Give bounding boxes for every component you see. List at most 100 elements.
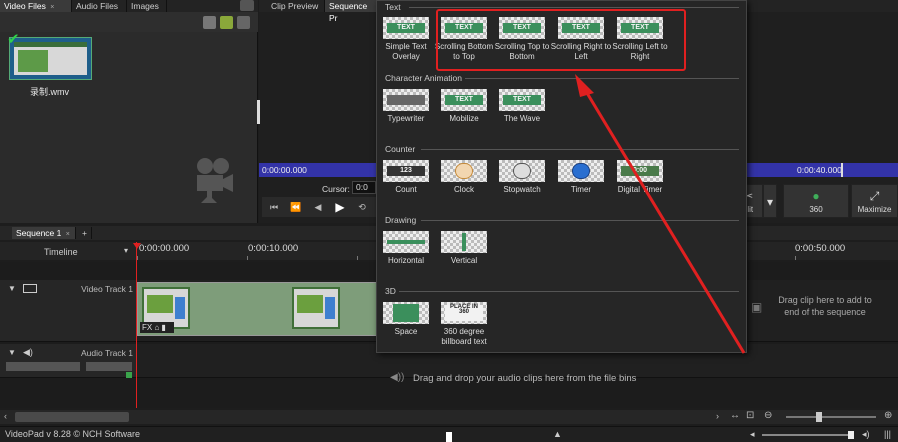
expand-icon[interactable]: ▼ <box>8 284 16 293</box>
go-to-start-icon[interactable]: ⏮ <box>266 200 282 214</box>
master-volume-handle[interactable] <box>848 431 854 439</box>
effect-digital-timer[interactable]: 0:00 Digital Timer <box>608 160 672 195</box>
effect-the-wave[interactable]: TEXT The Wave <box>490 89 554 124</box>
timeline-scrollbar[interactable]: ‹ › ↔ ⊡ ⊖ ⊕ <box>0 410 898 424</box>
effect-clock[interactable]: Clock <box>432 160 496 195</box>
ruler-tick <box>247 256 248 260</box>
section-divider <box>409 7 739 8</box>
zoom-slider[interactable] <box>786 416 876 418</box>
effect-typewriter[interactable]: Typewriter <box>374 89 438 124</box>
preview-right-buttons: ✂ plit ▾ ● 360 ⤢ Maximize <box>733 184 898 218</box>
effect-thumbnail <box>558 160 604 182</box>
expand-icon[interactable]: ▼ <box>8 348 16 357</box>
effect-simple-text-overlay[interactable]: TEXT Simple Text Overlay <box>374 17 438 62</box>
master-volume-slider[interactable] <box>762 434 852 436</box>
effect-thumbnail <box>383 302 429 324</box>
level-meter <box>126 372 132 378</box>
step-back-icon[interactable]: ◀ <box>310 200 326 214</box>
tab-images[interactable]: Images <box>127 0 167 12</box>
ruler-label: 0:00:10.000 <box>248 243 299 254</box>
section-title-3d: 3D <box>385 286 396 296</box>
effect-thumbnail: 0:00 <box>617 160 663 182</box>
section-divider <box>421 149 739 150</box>
timeline-playhead[interactable] <box>136 242 137 408</box>
section-title-character-animation: Character Animation <box>385 73 463 83</box>
close-icon[interactable]: × <box>50 4 54 11</box>
volume-down-icon[interactable]: ◂ <box>750 429 755 440</box>
section-title-text: Text <box>385 2 401 12</box>
tab-sequence-1[interactable]: Sequence 1 × <box>12 227 76 239</box>
effect-horizontal[interactable]: Horizontal <box>374 231 438 266</box>
tab-sequence-1-label: Sequence 1 <box>16 228 62 238</box>
effect-space[interactable]: Space <box>374 302 438 337</box>
add-sequence-button[interactable]: + <box>78 227 92 239</box>
delete-icon[interactable] <box>203 16 216 29</box>
effect-thumbnail: PLACE IN 360 <box>441 302 487 324</box>
chevron-down-icon[interactable]: ▾ <box>124 246 128 255</box>
speaker-icon: ◀) <box>23 347 33 357</box>
cursor-time-field[interactable]: 0:0 <box>352 181 376 194</box>
preview-playhead[interactable] <box>841 163 843 177</box>
scroll-right-icon[interactable]: › <box>716 411 719 421</box>
effect-thumbnail <box>383 231 429 253</box>
preview-timecode-end: 0:00:40.000 <box>797 165 842 175</box>
highlight-box <box>436 9 686 71</box>
section-title-counter: Counter <box>385 144 416 154</box>
play-icon[interactable]: ▶ <box>332 200 348 214</box>
zoom-fit-icon[interactable]: ⊡ <box>746 410 754 421</box>
add-folder-icon[interactable] <box>220 16 233 29</box>
levels-icon: ||| <box>884 429 892 439</box>
zoom-slider-handle[interactable] <box>816 412 822 422</box>
clip-thumbnail[interactable] <box>9 37 92 80</box>
preview-timecode-start: 0:00:00.000 <box>262 165 307 175</box>
loop-icon[interactable]: ⟲ <box>354 200 370 214</box>
effect-360-billboard-text[interactable]: PLACE IN 360 360 degree billboard text <box>432 302 496 347</box>
zoom-out-icon[interactable]: ⊖ <box>764 410 772 421</box>
bin-tabs: Video Files × Audio Files Images <box>0 0 258 12</box>
video-camera-icon <box>197 158 233 203</box>
volume-up-icon[interactable]: ◂) <box>862 429 870 440</box>
chevron-down-icon: ▾ <box>766 195 774 209</box>
fx-badge-icon[interactable]: FX ⌂ ▮ <box>140 322 174 333</box>
volume-slider[interactable] <box>6 362 80 371</box>
previous-frame-icon[interactable]: ⏪ <box>288 200 304 214</box>
tab-audio-files[interactable]: Audio Files <box>72 0 127 12</box>
checkmark-icon: ✔ <box>7 31 20 48</box>
scroll-left-icon[interactable]: ‹ <box>4 411 7 421</box>
panel-divider[interactable] <box>257 100 260 124</box>
ruler-tick <box>357 256 358 260</box>
effect-stopwatch[interactable]: Stopwatch <box>490 160 554 195</box>
tab-video-files[interactable]: Video Files × <box>0 0 72 12</box>
effect-thumbnail <box>499 160 545 182</box>
cursor-label: Cursor: <box>322 184 350 194</box>
tab-clip-preview[interactable]: Clip Preview <box>267 0 325 12</box>
file-bins-panel: Video Files × Audio Files Images ✔ 录制.wm… <box>0 0 258 223</box>
video-track-icon <box>23 284 37 293</box>
effect-vertical[interactable]: Vertical <box>432 231 496 266</box>
timeline-label: Timeline <box>44 247 78 257</box>
expand-panel-icon[interactable]: ▲ <box>553 429 562 439</box>
360-icon: ● <box>812 189 820 203</box>
ruler-label: 0:00:50.000 <box>795 243 846 254</box>
maximize-button[interactable]: ⤢ Maximize <box>851 184 898 218</box>
section-divider <box>421 220 739 221</box>
close-icon[interactable]: × <box>66 231 70 238</box>
scrollbar-thumb[interactable] <box>15 412 129 422</box>
bin-menu-icon[interactable] <box>240 0 254 11</box>
video-clip[interactable]: FX ⌂ ▮ <box>137 282 392 336</box>
zoom-in-icon[interactable]: ⊕ <box>884 410 892 421</box>
ruler-tick <box>795 256 796 260</box>
split-dropdown-button[interactable]: ▾ <box>763 184 777 218</box>
effect-thumbnail: TEXT <box>441 89 487 111</box>
360-button[interactable]: ● 360 <box>783 184 849 218</box>
tab-sequence-preview[interactable]: Sequence Pr <box>325 0 377 23</box>
effect-timer[interactable]: Timer <box>549 160 613 195</box>
effect-count[interactable]: 123 Count <box>374 160 438 195</box>
playhead-handle[interactable] <box>133 243 141 249</box>
ruler-label: 0:00:00.000 <box>139 243 190 254</box>
list-view-icon[interactable] <box>237 16 250 29</box>
fit-icon[interactable]: ↔ <box>730 410 740 421</box>
pan-slider[interactable] <box>86 362 132 371</box>
effect-mobilize[interactable]: TEXT Mobilize <box>432 89 496 124</box>
section-divider <box>465 78 739 79</box>
